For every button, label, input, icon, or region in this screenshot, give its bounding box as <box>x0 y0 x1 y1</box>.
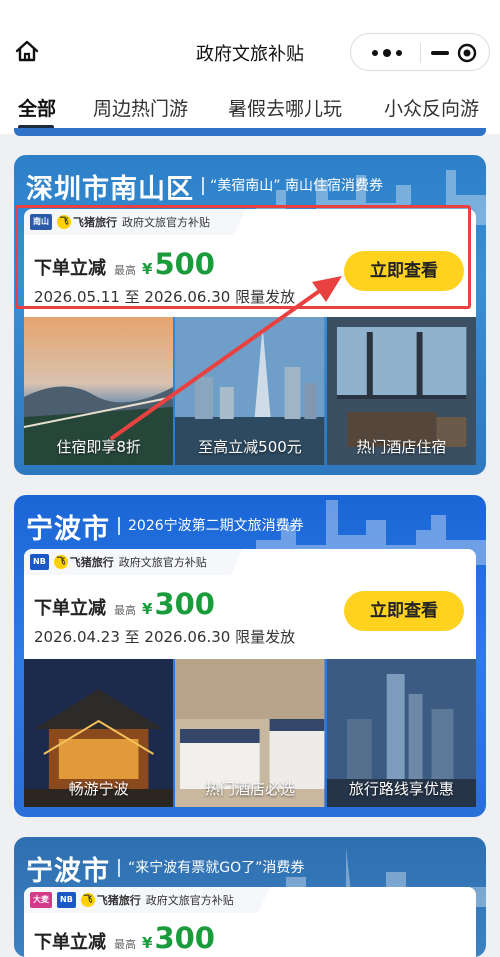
fliggy-logo: 飞飞猪旅行 <box>53 554 114 570</box>
discount-amount: 300 <box>154 921 215 955</box>
minimize-icon[interactable] <box>431 51 449 55</box>
official-tag-text: 政府文旅官方补贴 <box>118 556 207 569</box>
photo-caption: 至高立减500元 <box>198 438 302 456</box>
photo-hotel-room[interactable]: 热门酒店住宿 <box>326 317 476 465</box>
card-city: 宁波市 <box>26 514 110 545</box>
coupon-card-ningbo[interactable]: 宁波市 2026宁波第二期文旅消费券 NB 飞飞猪旅行 政府文旅官方补贴 下单立… <box>14 495 486 817</box>
currency-symbol: ¥ <box>142 934 153 952</box>
photo-caption: 畅游宁波 <box>68 780 129 798</box>
previous-card-edge <box>14 128 486 136</box>
capsule-divider <box>420 43 421 63</box>
photo-tower[interactable]: 至高立减500元 <box>175 317 325 465</box>
discount-amount: 300 <box>154 587 215 621</box>
photo-caption: 热门酒店必选 <box>204 780 295 798</box>
currency-symbol: ¥ <box>142 600 153 618</box>
photo-city-night[interactable]: 旅行路线享优惠 <box>326 659 476 807</box>
photo-caption: 热门酒店住宿 <box>356 438 447 456</box>
deal-line: 下单立减 最高 ¥ 300 <box>34 587 215 621</box>
photo-strip: 住宿即享8折 至高立减500元 热门酒店住宿 <box>24 317 476 465</box>
coupon-info-panel: 大麦 NB 飞飞猪旅行 政府文旅官方补贴 下单立减 最高 ¥ 300 <box>24 887 476 957</box>
deal-label: 下单立减 <box>34 598 106 619</box>
damai-logo-icon: 大麦 <box>30 892 52 908</box>
official-tag: 大麦 NB 飞飞猪旅行 政府文旅官方补贴 <box>24 887 270 913</box>
title-divider <box>118 859 120 877</box>
coupon-info-panel: NB 飞飞猪旅行 政府文旅官方补贴 下单立减 最高 ¥ 300 2026.04.… <box>24 549 476 659</box>
max-label: 最高 <box>114 938 136 951</box>
valid-dates: 2026.04.23 至 2026.06.30 限量发放 <box>34 628 296 646</box>
photo-strip: 畅游宁波 热门酒店必选 旅行路线享优惠 <box>24 659 476 807</box>
card-city: 宁波市 <box>26 856 110 887</box>
photo-caption: 旅行路线享优惠 <box>348 780 454 798</box>
view-now-button[interactable]: 立即查看 <box>344 591 464 631</box>
official-tag: NB 飞飞猪旅行 政府文旅官方补贴 <box>24 549 243 575</box>
title-divider <box>202 177 204 195</box>
category-tabs: 全部 周边热门游 暑假去哪儿玩 小众反向游 <box>0 84 500 134</box>
fliggy-icon: 飞 <box>80 893 95 907</box>
coupon-card-shenzhen[interactable]: 深圳市南山区 “美宿南山” 南山住宿消费券 南山 飞飞猪旅行 政府文旅官方补贴 … <box>14 155 486 475</box>
more-dots-icon[interactable] <box>369 49 409 57</box>
miniprogram-capsule <box>350 33 490 71</box>
deal-label: 下单立减 <box>34 932 106 953</box>
ningbo-logo-icon: NB <box>57 892 76 908</box>
official-tag-text: 政府文旅官方补贴 <box>145 894 234 907</box>
tab-niche[interactable]: 小众反向游 <box>384 94 479 121</box>
card-subtitle: “美宿南山” 南山住宿消费券 <box>210 178 383 194</box>
fliggy-logo: 飞飞猪旅行 <box>80 892 141 908</box>
nav-bar: 政府文旅补贴 <box>0 0 500 84</box>
photo-tianyi-pavilion[interactable]: 畅游宁波 <box>24 659 174 807</box>
deal-line: 下单立减 最高 ¥ 300 <box>34 921 215 955</box>
photo-hotel-beds[interactable]: 热门酒店必选 <box>175 659 325 807</box>
title-divider <box>118 517 120 535</box>
card-subtitle: “来宁波有票就GO了”消费券 <box>128 860 305 876</box>
card-subtitle: 2026宁波第二期文旅消费券 <box>128 518 304 534</box>
highlight-box <box>15 205 471 309</box>
close-target-icon[interactable] <box>457 43 477 63</box>
photo-caption: 住宿即享8折 <box>56 438 141 456</box>
ningbo-logo-icon: NB <box>30 554 49 570</box>
fliggy-icon: 飞 <box>53 555 68 569</box>
max-label: 最高 <box>114 604 136 617</box>
photo-coastline[interactable]: 住宿即享8折 <box>24 317 174 465</box>
card-city: 深圳市南山区 <box>26 174 194 205</box>
tab-nearby[interactable]: 周边热门游 <box>93 94 188 121</box>
tab-all[interactable]: 全部 <box>18 94 56 121</box>
coupon-card-ningbo-2[interactable]: 宁波市 “来宁波有票就GO了”消费券 大麦 NB 飞飞猪旅行 政府文旅官方补贴 … <box>14 837 486 957</box>
tab-summer[interactable]: 暑假去哪儿玩 <box>228 94 342 121</box>
